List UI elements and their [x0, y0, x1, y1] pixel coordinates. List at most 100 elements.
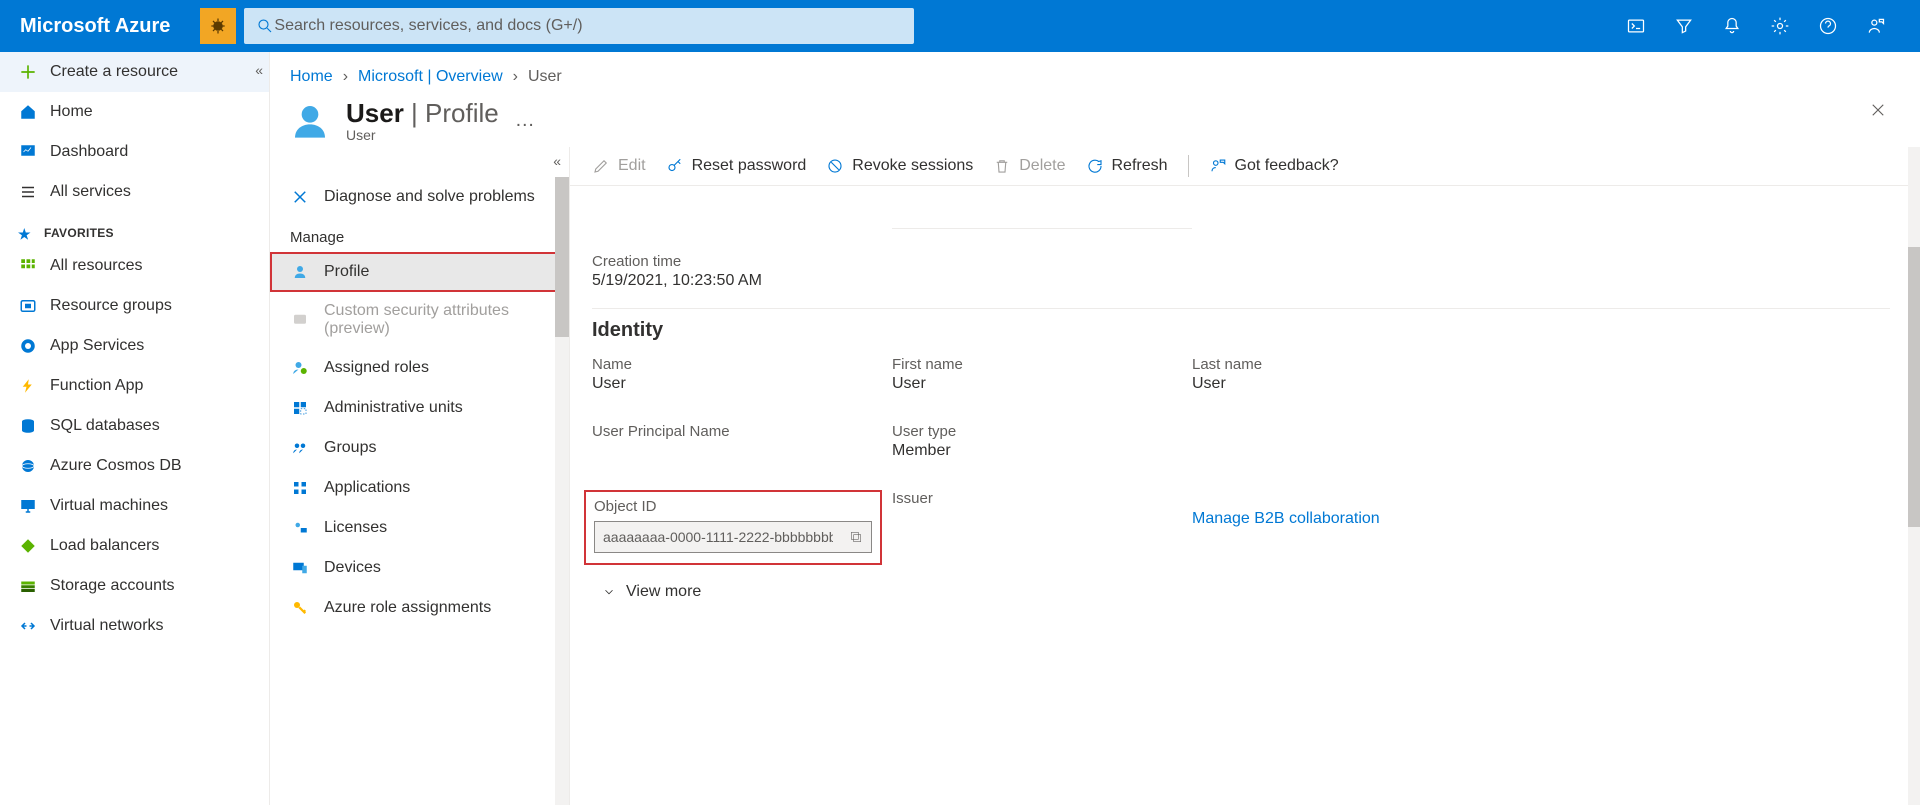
create-resource-label: Create a resource — [50, 63, 178, 81]
manage-heading: Manage — [270, 217, 569, 252]
licenses-item[interactable]: Licenses — [270, 508, 569, 548]
admin-units-item[interactable]: Administrative units — [270, 388, 569, 428]
resource-group-icon — [18, 296, 38, 316]
grid-icon — [18, 256, 38, 276]
search-icon — [256, 17, 274, 35]
user-icon — [290, 101, 330, 141]
sql-icon — [18, 416, 38, 436]
chevron-down-icon — [602, 585, 616, 599]
issuer-label: Issuer — [892, 490, 1192, 507]
apps-icon — [290, 478, 310, 498]
diagnose-item[interactable]: Diagnose and solve problems — [270, 177, 569, 217]
copy-object-id-button[interactable] — [841, 522, 871, 552]
vnet-icon — [18, 616, 38, 636]
content-scroll-thumb[interactable] — [1908, 247, 1920, 527]
resource-groups-item[interactable]: Resource groups — [0, 286, 269, 326]
crumb-current: User — [528, 68, 562, 86]
lb-icon — [18, 536, 38, 556]
name-label: Name — [592, 356, 892, 373]
identity-heading: Identity — [592, 319, 1890, 342]
cloud-shell-button[interactable] — [1612, 0, 1660, 52]
object-id-input[interactable] — [595, 529, 841, 545]
bug-button[interactable] — [200, 8, 236, 44]
topbar-actions — [1612, 0, 1920, 52]
app-services-icon — [18, 336, 38, 356]
help-button[interactable] — [1804, 0, 1852, 52]
favorites-heading: FAVORITES — [0, 212, 269, 246]
first-name-label: First name — [892, 356, 1192, 373]
object-id-section: Object ID — [584, 490, 882, 565]
key-reset-icon — [666, 157, 684, 175]
main-navigation: « Create a resource Home Dashboard All s… — [0, 52, 270, 805]
more-actions[interactable]: … — [515, 109, 537, 132]
assigned-roles-item[interactable]: Assigned roles — [270, 348, 569, 388]
function-icon — [18, 376, 38, 396]
function-app-item[interactable]: Function App — [0, 366, 269, 406]
copy-icon — [849, 530, 863, 544]
user-type-value: Member — [892, 442, 1192, 460]
vms-item[interactable]: Virtual machines — [0, 486, 269, 526]
collapse-inner-nav-button[interactable]: « — [553, 153, 561, 169]
diagnose-icon — [290, 187, 310, 207]
plus-icon — [18, 62, 38, 82]
page-area: Home › Microsoft | Overview › User User … — [270, 52, 1920, 805]
blade-navigation: « Diagnose and solve problems Manage Pro… — [270, 147, 570, 805]
search-input[interactable] — [274, 17, 902, 35]
dashboard-icon — [18, 142, 38, 162]
breadcrumb: Home › Microsoft | Overview › User — [270, 52, 1920, 86]
groups-item[interactable]: Groups — [270, 428, 569, 468]
all-services-item[interactable]: All services — [0, 172, 269, 212]
b2b-link[interactable]: Manage B2B collaboration — [1192, 510, 1380, 527]
close-icon — [1869, 101, 1887, 119]
settings-button[interactable] — [1756, 0, 1804, 52]
home-item[interactable]: Home — [0, 92, 269, 132]
got-feedback-button[interactable]: Got feedback? — [1209, 157, 1339, 175]
revoke-sessions-button[interactable]: Revoke sessions — [826, 157, 973, 175]
crumb-home[interactable]: Home — [290, 68, 333, 86]
content-area: Edit Reset password Revoke sessions Dele… — [570, 147, 1920, 805]
feedback-button[interactable] — [1852, 0, 1900, 52]
divider — [1188, 155, 1189, 177]
command-bar: Edit Reset password Revoke sessions Dele… — [570, 147, 1920, 186]
close-blade-button[interactable] — [1864, 96, 1892, 124]
creation-time-label: Creation time — [592, 253, 1890, 270]
app-services-item[interactable]: App Services — [0, 326, 269, 366]
refresh-button[interactable]: Refresh — [1086, 157, 1168, 175]
create-resource-item[interactable]: Create a resource — [0, 52, 269, 92]
delete-button: Delete — [993, 157, 1065, 175]
crumb-overview[interactable]: Microsoft | Overview — [358, 68, 503, 86]
filter-button[interactable] — [1660, 0, 1708, 52]
brand-label: Microsoft Azure — [0, 15, 200, 38]
all-resources-item[interactable]: All resources — [0, 246, 269, 286]
virtual-networks-item[interactable]: Virtual networks — [0, 606, 269, 646]
cloud-shell-icon — [1626, 16, 1646, 36]
key-icon — [290, 598, 310, 618]
groups-icon — [290, 438, 310, 458]
object-id-label: Object ID — [594, 498, 872, 515]
collapse-nav-button[interactable]: « — [255, 62, 263, 78]
inner-nav-scroll-thumb[interactable] — [555, 177, 569, 337]
profile-item[interactable]: Profile — [270, 252, 569, 292]
dashboard-item[interactable]: Dashboard — [0, 132, 269, 172]
azure-role-item[interactable]: Azure role assignments — [270, 588, 569, 628]
bell-icon — [1722, 16, 1742, 36]
storage-icon — [18, 576, 38, 596]
global-search[interactable] — [244, 8, 914, 44]
load-balancers-item[interactable]: Load balancers — [0, 526, 269, 566]
cosmos-db-item[interactable]: Azure Cosmos DB — [0, 446, 269, 486]
pencil-icon — [592, 157, 610, 175]
devices-item[interactable]: Devices — [270, 548, 569, 588]
view-more-toggle[interactable]: View more — [592, 565, 1890, 609]
notifications-button[interactable] — [1708, 0, 1756, 52]
applications-item[interactable]: Applications — [270, 468, 569, 508]
storage-accounts-item[interactable]: Storage accounts — [0, 566, 269, 606]
content-scroll[interactable]: Creation time 5/19/2021, 10:23:50 AM Ide… — [570, 186, 1920, 805]
devices-icon — [290, 558, 310, 578]
user-type-label: User type — [892, 423, 1192, 440]
sql-db-item[interactable]: SQL databases — [0, 406, 269, 446]
admin-units-icon — [290, 398, 310, 418]
custom-security-item: Custom security attributes (preview) — [270, 292, 569, 348]
blade-title-rest: | Profile — [404, 98, 499, 128]
trash-icon — [993, 157, 1011, 175]
reset-password-button[interactable]: Reset password — [666, 157, 807, 175]
